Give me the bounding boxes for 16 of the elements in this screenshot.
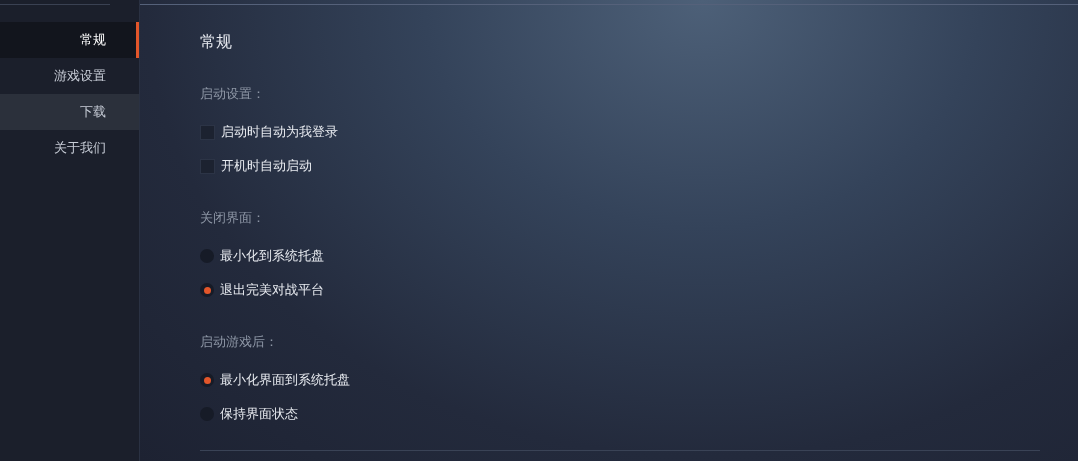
section-heading: 关闭界面： — [200, 209, 265, 227]
sidebar-item[interactable]: 下载 — [0, 94, 139, 130]
option-label[interactable]: 保持界面状态 — [220, 405, 298, 423]
radio-button[interactable] — [200, 283, 214, 297]
page-title: 常规 — [200, 32, 232, 53]
section-heading: 启动游戏后： — [200, 333, 278, 351]
sidebar-item[interactable]: 常规 — [0, 22, 139, 58]
option-label[interactable]: 退出完美对战平台 — [220, 281, 324, 299]
option-label[interactable]: 开机时自动启动 — [221, 157, 312, 175]
option-label[interactable]: 最小化界面到系统托盘 — [220, 371, 350, 389]
radio-button[interactable] — [200, 373, 214, 387]
option-label[interactable]: 最小化到系统托盘 — [220, 247, 324, 265]
sidebar-item[interactable]: 游戏设置 — [0, 58, 139, 94]
option-label[interactable]: 启动时自动为我登录 — [221, 123, 338, 141]
section-heading: 启动设置： — [200, 85, 265, 103]
sidebar-item[interactable]: 关于我们 — [0, 130, 139, 166]
